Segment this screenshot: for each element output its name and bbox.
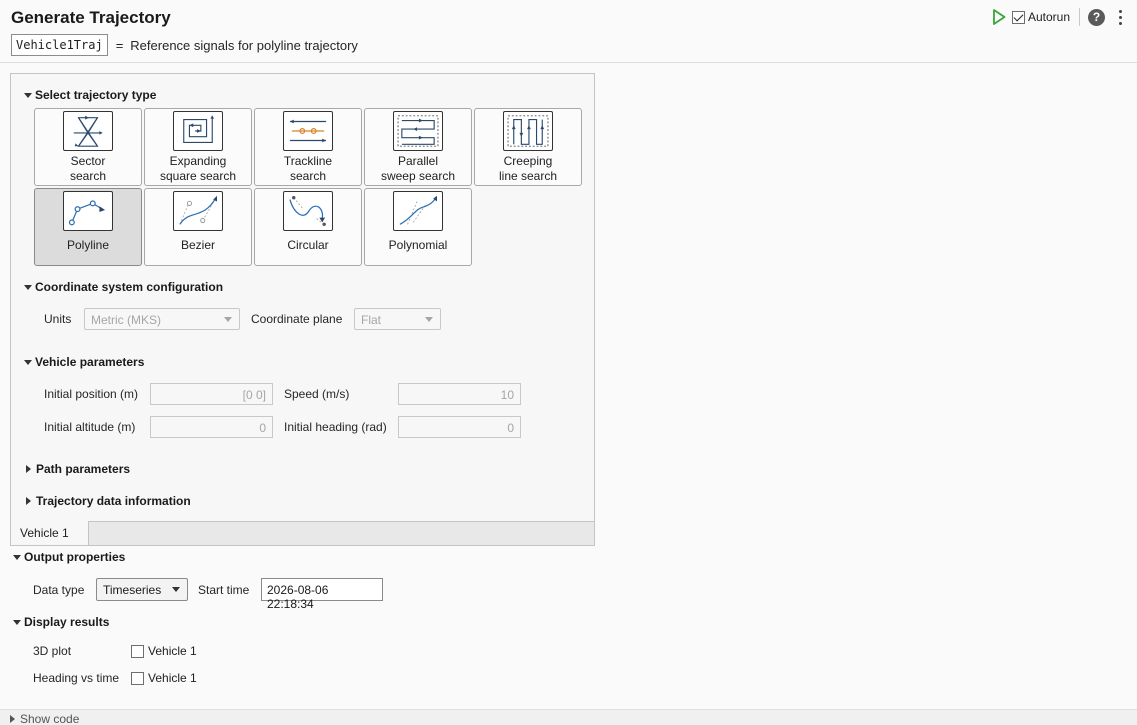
help-icon[interactable]: ? <box>1088 8 1105 26</box>
autorun-label: Autorun <box>1027 10 1070 24</box>
tile-expanding-square-search[interactable]: Expanding square search <box>144 108 252 186</box>
tab-vehicle-1[interactable]: Vehicle 1 <box>11 521 89 545</box>
tile-label: Circular <box>287 238 329 252</box>
section-select-trajectory-type[interactable]: Select trajectory type <box>24 88 156 102</box>
tile-label: Polyline <box>66 238 110 252</box>
autorun-checkbox[interactable] <box>1011 10 1025 24</box>
chevron-down-icon <box>224 317 232 322</box>
tile-parallel-sweep-search[interactable]: Parallel sweep search <box>364 108 472 186</box>
checkbox-box[interactable] <box>131 644 144 658</box>
checkbox-box[interactable] <box>131 671 144 685</box>
speed-field[interactable]: 10 <box>398 383 521 405</box>
show-code-toggle[interactable]: Show code <box>10 712 79 725</box>
creeping-line-icon <box>503 111 553 151</box>
collapse-icon <box>24 92 32 98</box>
section-display-results[interactable]: Display results <box>13 615 109 629</box>
task-description: Reference signals for polyline trajector… <box>130 37 358 53</box>
expand-icon <box>10 715 15 723</box>
output-variable-field[interactable]: Vehicle1Traj <box>11 34 108 56</box>
more-options-icon[interactable] <box>1113 9 1127 25</box>
output-assignment: Vehicle1Traj = Reference signals for pol… <box>11 34 358 56</box>
collapse-icon <box>13 619 21 625</box>
toolbar-divider <box>1079 8 1080 26</box>
tile-polyline[interactable]: Polyline <box>34 188 142 266</box>
section-coordinate-system[interactable]: Coordinate system configuration <box>24 280 223 294</box>
header-toolbar: Autorun ? <box>990 6 1137 28</box>
collapse-icon <box>24 284 32 290</box>
header-divider <box>0 62 1137 63</box>
tile-polynomial[interactable]: Polynomial <box>364 188 472 266</box>
tile-creeping-line-search[interactable]: Creeping line search <box>474 108 582 186</box>
trackline-search-icon <box>283 111 333 151</box>
data-type-dropdown[interactable]: Timeseries <box>96 578 188 601</box>
start-time-field[interactable]: 2026-08-06 22:18:34 <box>261 578 383 611</box>
live-task-app: Generate Trajectory Vehicle1Traj = Refer… <box>0 0 1137 725</box>
tile-bezier[interactable]: Bezier <box>144 188 252 266</box>
tile-sector-search[interactable]: Sector search <box>34 108 142 186</box>
footer-bar: Show code <box>0 709 1137 725</box>
autorun-toggle[interactable]: Autorun <box>1011 10 1070 24</box>
start-time-label: Start time <box>198 583 250 597</box>
chevron-down-icon <box>172 587 180 592</box>
vehicle-panel: Select trajectory type Sector search Expa… <box>10 73 595 546</box>
coordinate-plane-dropdown[interactable]: Flat <box>354 308 441 330</box>
chevron-down-icon <box>425 317 433 322</box>
parallel-sweep-icon <box>393 111 443 151</box>
coordinate-plane-label: Coordinate plane <box>251 312 343 326</box>
heading-vehicle1-checkbox[interactable]: Vehicle 1 <box>131 671 197 685</box>
section-vehicle-parameters[interactable]: Vehicle parameters <box>24 355 144 369</box>
run-icon[interactable] <box>990 8 1008 26</box>
vehicle-tab-bar: Vehicle 1 <box>11 521 594 545</box>
sector-search-icon <box>63 111 113 151</box>
polynomial-icon <box>393 191 443 231</box>
initial-altitude-field[interactable]: 0 <box>150 416 273 438</box>
section-path-parameters[interactable]: Path parameters <box>24 462 130 476</box>
data-type-label: Data type <box>33 583 85 597</box>
plot3d-vehicle1-checkbox[interactable]: Vehicle 1 <box>131 644 197 658</box>
collapse-icon <box>24 359 32 365</box>
tile-label: Bezier <box>180 238 215 252</box>
expanding-square-icon <box>173 111 223 151</box>
page-title: Generate Trajectory <box>11 8 171 27</box>
equals-sign: = <box>115 37 124 53</box>
bezier-icon <box>173 191 223 231</box>
units-dropdown[interactable]: Metric (MKS) <box>84 308 240 330</box>
expand-icon <box>26 465 31 473</box>
expand-icon <box>26 497 31 505</box>
initial-altitude-label: Initial altitude (m) <box>44 420 136 434</box>
initial-position-label: Initial position (m) <box>44 387 139 401</box>
section-output-properties[interactable]: Output properties <box>13 550 125 564</box>
plot3d-label: 3D plot <box>33 644 72 658</box>
circular-icon <box>283 191 333 231</box>
section-trajectory-data-information[interactable]: Trajectory data information <box>24 494 191 508</box>
tile-circular[interactable]: Circular <box>254 188 362 266</box>
units-label: Units <box>44 312 72 326</box>
initial-heading-label: Initial heading (rad) <box>284 420 387 434</box>
heading-vs-time-label: Heading vs time <box>33 671 120 685</box>
polyline-icon <box>63 191 113 231</box>
tile-trackline-search[interactable]: Trackline search <box>254 108 362 186</box>
tile-label: Polynomial <box>388 238 448 252</box>
initial-position-field[interactable]: [0 0] <box>150 383 273 405</box>
initial-heading-field[interactable]: 0 <box>398 416 521 438</box>
collapse-icon <box>13 554 21 560</box>
speed-label: Speed (m/s) <box>284 387 350 401</box>
